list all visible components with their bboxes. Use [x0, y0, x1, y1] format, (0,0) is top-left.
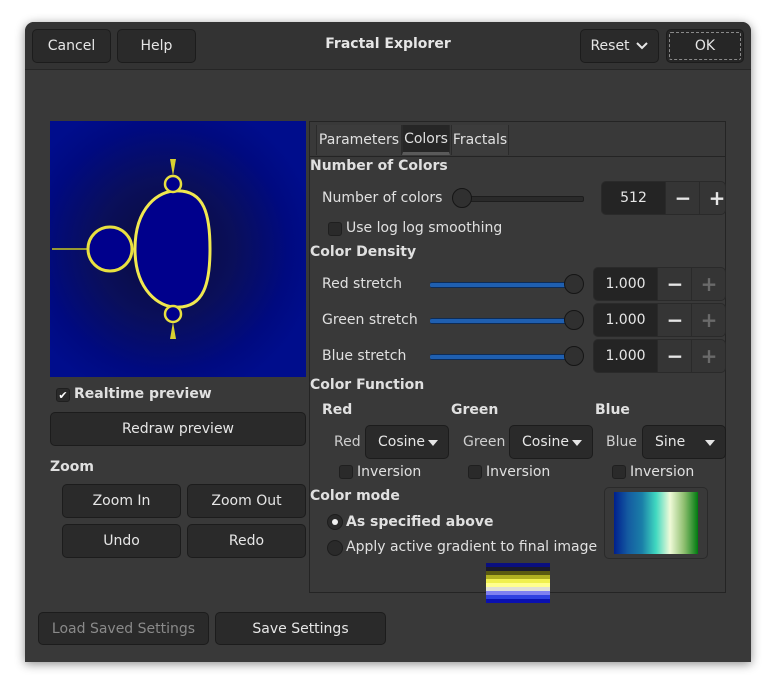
palette-swatch [486, 563, 550, 603]
color-density-heading: Color Density [310, 244, 417, 260]
fractal-explorer-dialog: Cancel Help Fractal Explorer Reset OK ✔ … [25, 22, 751, 662]
fractal-preview[interactable] [50, 121, 306, 377]
reset-label: Reset [590, 38, 630, 54]
green-stretch-spinbutton: 1.000 − + [593, 303, 726, 337]
reset-button[interactable]: Reset [580, 29, 659, 63]
slider-fill [430, 282, 570, 288]
green-function-value: Cosine [522, 434, 570, 450]
zoom-heading: Zoom [50, 459, 94, 475]
blue-inversion-checkbox[interactable] [612, 465, 626, 479]
green-function-label: Green [463, 434, 506, 450]
ok-button[interactable]: OK [666, 29, 744, 63]
blue-stretch-input[interactable]: 1.000 [594, 340, 657, 372]
minus-icon[interactable]: − [657, 340, 692, 372]
slider-handle[interactable] [564, 310, 584, 330]
slider-fill [430, 318, 570, 324]
minus-icon[interactable]: − [657, 304, 692, 336]
minus-icon[interactable]: − [665, 182, 700, 214]
red-function-value: Cosine [378, 434, 426, 450]
tab-fractals[interactable]: Fractals [451, 125, 509, 155]
red-stretch-spinbutton: 1.000 − + [593, 267, 726, 301]
plus-icon[interactable]: + [691, 340, 725, 372]
number-of-colors-spinbutton: 512 − + [601, 181, 726, 215]
undo-button[interactable]: Undo [62, 524, 181, 558]
realtime-preview-label: Realtime preview [74, 386, 212, 402]
gradient-preview-button[interactable] [604, 487, 708, 559]
red-stretch-input[interactable]: 1.000 [594, 268, 657, 300]
number-of-colors-label: Number of colors [322, 190, 443, 206]
green-stretch-label: Green stretch [322, 312, 418, 328]
green-function-dropdown[interactable]: Cosine [509, 425, 593, 459]
plus-icon[interactable]: + [691, 304, 725, 336]
red-function-heading: Red [322, 402, 353, 418]
red-stretch-label: Red stretch [322, 276, 402, 292]
plus-icon[interactable]: + [699, 182, 725, 214]
blue-function-dropdown[interactable]: Sine [642, 425, 726, 459]
blue-function-value: Sine [655, 434, 686, 450]
log-smoothing-label: Use log log smoothing [346, 220, 503, 236]
green-function-heading: Green [451, 402, 499, 418]
blue-stretch-spinbutton: 1.000 − + [593, 339, 726, 373]
settings-notebook: Parameters Colors Fractals Number of Col… [309, 121, 726, 603]
blue-stretch-label: Blue stretch [322, 348, 407, 364]
blue-function-label: Blue [606, 434, 637, 450]
tab-parameters[interactable]: Parameters [316, 125, 402, 155]
slider-fill [430, 354, 570, 360]
zoom-in-button[interactable]: Zoom In [62, 484, 181, 518]
gradient-preview [614, 492, 698, 554]
blue-inversion-label: Inversion [630, 464, 695, 480]
save-settings-button[interactable]: Save Settings [215, 612, 386, 645]
realtime-preview-checkbox[interactable]: ✔ [56, 388, 70, 402]
mandelbrot-image [50, 121, 306, 377]
redo-button[interactable]: Redo [187, 524, 306, 558]
slider-handle[interactable] [564, 274, 584, 294]
slider-handle[interactable] [564, 346, 584, 366]
apply-gradient-label: Apply active gradient to final image [346, 539, 598, 555]
red-inversion-checkbox[interactable] [339, 465, 353, 479]
number-of-colors-input[interactable]: 512 [602, 182, 665, 214]
red-function-label: Red [334, 434, 361, 450]
load-saved-settings-button[interactable]: Load Saved Settings [38, 612, 209, 645]
minus-icon[interactable]: − [657, 268, 692, 300]
plus-icon[interactable]: + [691, 268, 725, 300]
radio-selected-dot [332, 519, 338, 525]
slider-handle[interactable] [452, 188, 472, 208]
palette-stripe [486, 599, 550, 603]
zoom-out-button[interactable]: Zoom Out [187, 484, 306, 518]
log-smoothing-checkbox[interactable] [328, 222, 342, 236]
tab-bar: Parameters Colors Fractals [310, 122, 725, 157]
number-of-colors-heading: Number of Colors [310, 158, 448, 174]
color-mode-heading: Color mode [310, 488, 400, 504]
redraw-preview-button[interactable]: Redraw preview [50, 412, 306, 446]
cancel-button[interactable]: Cancel [32, 29, 111, 63]
blue-function-heading: Blue [595, 402, 630, 418]
as-specified-label: As specified above [346, 514, 494, 530]
green-inversion-label: Inversion [486, 464, 551, 480]
apply-gradient-radio[interactable] [327, 540, 343, 556]
header-bar: Cancel Help Fractal Explorer Reset OK [25, 22, 751, 70]
chevron-down-icon [635, 42, 648, 50]
dropdown-arrow-icon [572, 440, 582, 446]
green-inversion-checkbox[interactable] [468, 465, 482, 479]
check-icon: ✔ [58, 388, 68, 402]
dropdown-arrow-icon [705, 440, 715, 446]
color-function-heading: Color Function [310, 377, 425, 393]
help-button[interactable]: Help [117, 29, 196, 63]
green-stretch-input[interactable]: 1.000 [594, 304, 657, 336]
tab-colors[interactable]: Colors [402, 125, 450, 155]
slider-track [462, 196, 584, 202]
red-inversion-label: Inversion [357, 464, 422, 480]
as-specified-radio[interactable] [327, 514, 343, 530]
dropdown-arrow-icon [428, 440, 438, 446]
red-function-dropdown[interactable]: Cosine [365, 425, 449, 459]
